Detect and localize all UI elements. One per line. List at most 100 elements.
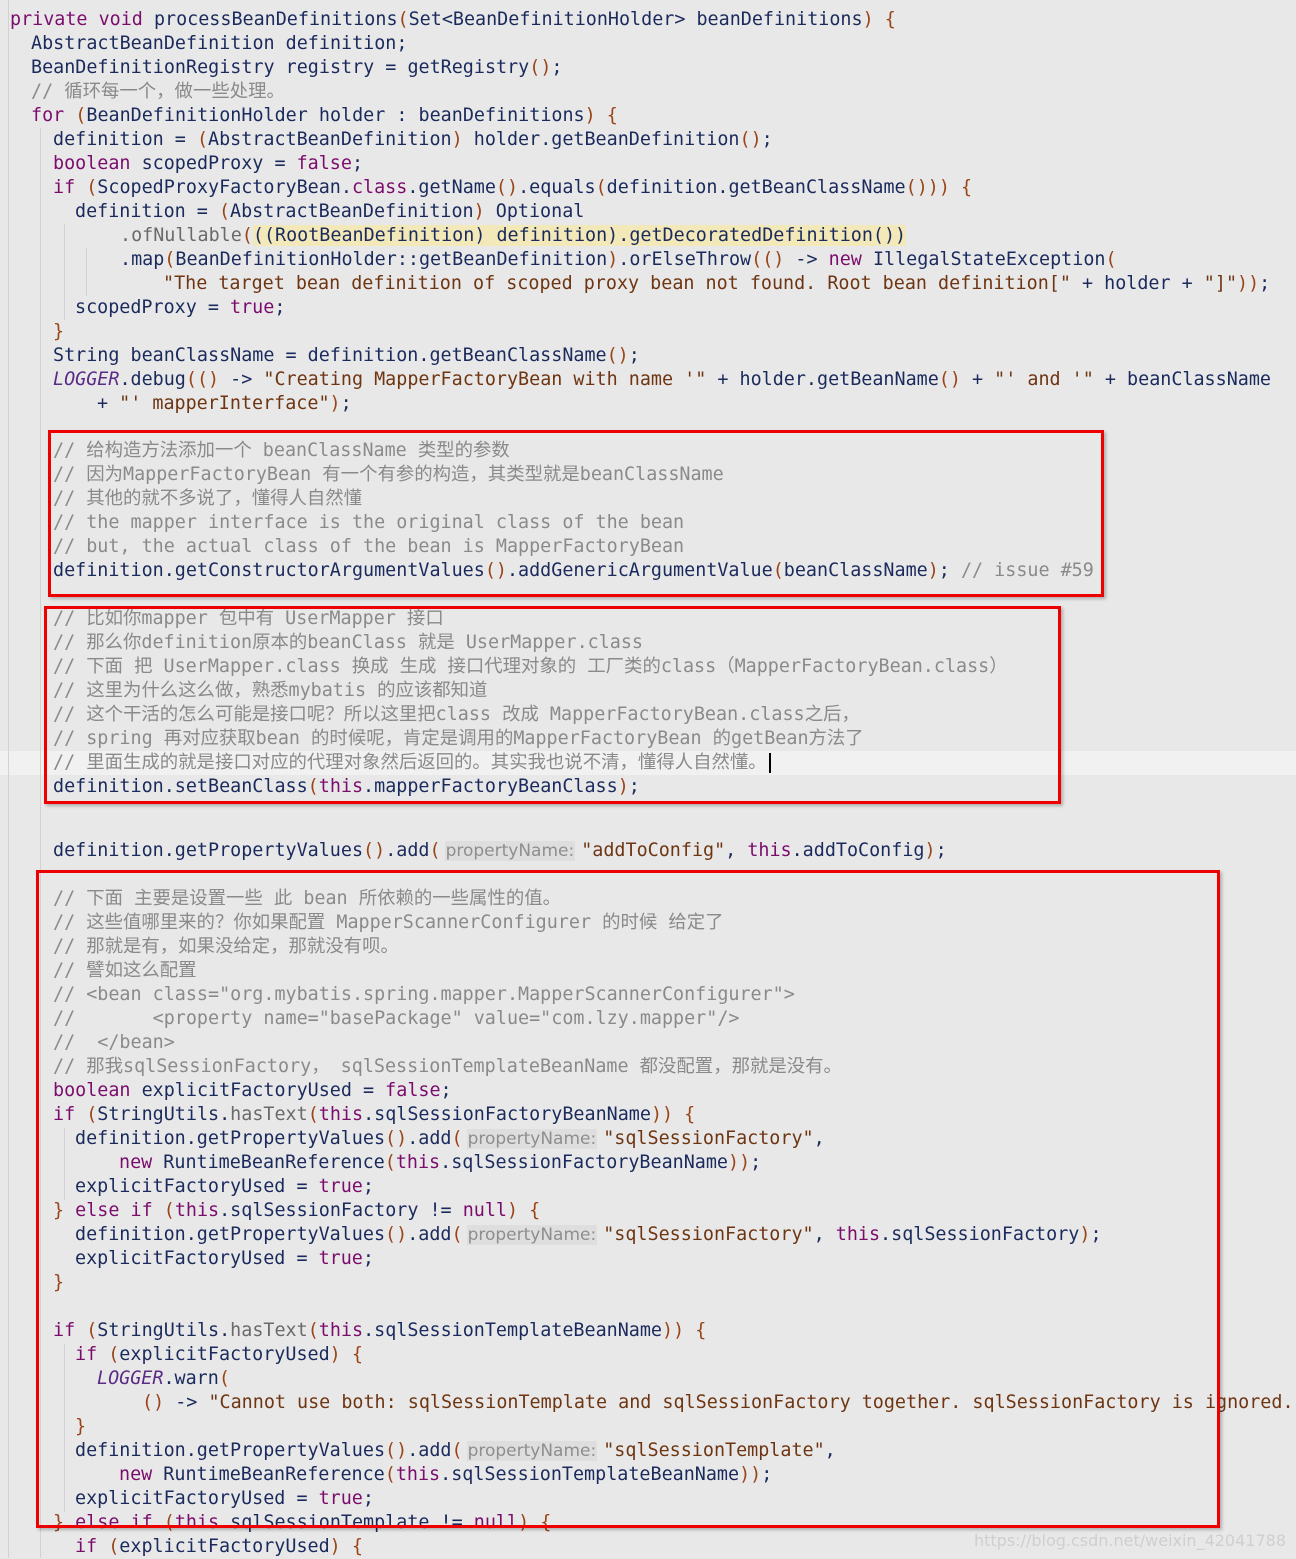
identifier: IllegalStateException <box>872 249 1106 270</box>
code-line[interactable]: definition.getPropertyValues().add(prope… <box>75 1223 1102 1247</box>
code-line[interactable]: + "' mapperInterface"); <box>97 392 352 416</box>
bracket: ( <box>218 201 231 222</box>
comment: // 下面 把 UserMapper.class 换成 生成 接口代理对象的 工… <box>53 656 1008 677</box>
code-line[interactable]: for (BeanDefinitionHolder holder : beanD… <box>31 104 618 128</box>
comment-line[interactable]: // 这个干活的怎么可能是接口呢？所以这里把class 改成 MapperFac… <box>53 703 860 727</box>
keyword: this <box>174 1200 220 1221</box>
identifier: definition.getConstructorArgumentValues <box>53 560 485 581</box>
code-line[interactable]: String beanClassName = definition.getBea… <box>53 344 640 368</box>
code-line[interactable]: } <box>53 320 64 344</box>
identifier: ; <box>750 1152 762 1173</box>
code-line[interactable]: } else if (this.sqlSessionFactory != nul… <box>53 1199 540 1223</box>
code-line[interactable]: () -> "Cannot use both: sqlSessionTempla… <box>142 1391 1296 1415</box>
keyword: new <box>119 1152 164 1173</box>
identifier: ; <box>935 840 947 861</box>
code-line[interactable]: LOGGER.debug(() -> "Creating MapperFacto… <box>53 368 1271 392</box>
code-line[interactable]: if (StringUtils.hasText(this.sqlSessionT… <box>53 1319 706 1343</box>
keyword: this <box>318 1104 364 1125</box>
parameter-hint: propertyName: <box>466 1225 598 1245</box>
identifier <box>341 1344 352 1365</box>
code-line[interactable]: BeanDefinitionRegistry registry = getReg… <box>31 56 562 80</box>
identifier: .map <box>120 249 165 270</box>
code-line[interactable]: "The target bean definition of scoped pr… <box>163 272 1270 296</box>
identifier: .addGenericArgumentValue <box>506 560 773 581</box>
code-line[interactable]: new RuntimeBeanReference(this.sqlSession… <box>119 1463 772 1487</box>
keyword: new <box>119 1464 164 1485</box>
code-line[interactable]: AbstractBeanDefinition definition; <box>31 32 407 56</box>
identifier <box>874 9 885 30</box>
identifier: .sqlSessionFactory != <box>219 1200 463 1221</box>
bracket: ( <box>108 1536 120 1557</box>
comment-line[interactable]: // 里面生成的就是接口对应的代理对象然后返回的。其实我也说不清，懂得人自然懂。 <box>53 751 771 775</box>
code-line[interactable]: } else if (this.sqlSessionTemplate != nu… <box>53 1511 551 1535</box>
code-line[interactable]: definition.getPropertyValues().add(prope… <box>53 839 947 863</box>
parameter-hint: propertyName: <box>444 841 576 861</box>
comment-line[interactable]: // 那么你definition原本的beanClass 就是 UserMapp… <box>53 631 643 655</box>
identifier: + holder.getBeanName <box>706 369 939 390</box>
comment-line[interactable]: // 其他的就不多说了，懂得人自然懂 <box>53 487 362 511</box>
comment-line[interactable]: // 因为MapperFactoryBean 有一个有参的构造，其类型就是bea… <box>53 463 724 487</box>
code-line[interactable]: .ofNullable(((RootBeanDefinition) defini… <box>120 224 907 248</box>
comment-line[interactable]: // 比如你mapper 包中有 UserMapper 接口 <box>53 607 444 631</box>
code-line[interactable]: private void processBeanDefinitions(Set<… <box>10 8 896 32</box>
keyword: if <box>75 1536 109 1557</box>
code-line[interactable]: definition.getPropertyValues().add(prope… <box>75 1127 825 1151</box>
comment-line[interactable]: // 给构造方法添加一个 beanClassName 类型的参数 <box>53 439 510 463</box>
code-line[interactable]: definition.setBeanClass(this.mapperFacto… <box>53 775 640 799</box>
bracket: { <box>351 1536 363 1557</box>
code-line[interactable]: LOGGER.warn( <box>97 1367 230 1391</box>
bracket: ( <box>1105 249 1117 270</box>
comment: // 下面 主要是设置一些 此 bean 所依赖的一些属性的值。 <box>53 888 561 909</box>
code-line[interactable]: definition = (AbstractBeanDefinition) ho… <box>53 128 773 152</box>
comment-line[interactable]: // 这里为什么这么做，熟悉mybatis 的应该都知道 <box>53 679 487 703</box>
keyword: boolean <box>53 1080 142 1101</box>
comment: // issue #59 <box>960 560 1094 581</box>
code-line[interactable]: if (StringUtils.hasText(this.sqlSessionF… <box>53 1103 695 1127</box>
code-line[interactable]: } <box>53 1271 64 1295</box>
comment-line[interactable]: // spring 再对应获取bean 的时候呢，肯定是调用的MapperFac… <box>53 727 864 751</box>
code-line[interactable]: new RuntimeBeanReference(this.sqlSession… <box>119 1151 761 1175</box>
indent-guide <box>86 248 87 296</box>
comment-line[interactable]: // but, the actual class of the bean is … <box>53 535 684 559</box>
comment-line[interactable]: // 那就是有，如果没给定，那就没有呗。 <box>53 935 399 959</box>
bracket: ( <box>241 225 253 246</box>
comment-line[interactable]: // </bean> <box>53 1031 175 1055</box>
parameter-hint: propertyName: <box>466 1441 598 1461</box>
bracket: )) <box>650 1104 674 1125</box>
comment-line[interactable]: // the mapper interface is the original … <box>53 511 684 535</box>
code-line[interactable]: explicitFactoryUsed = true; <box>75 1487 374 1511</box>
keyword: if <box>75 1344 109 1365</box>
comment-line[interactable]: // 循环每一个，做一些处理。 <box>31 80 285 104</box>
code-line[interactable]: explicitFactoryUsed = true; <box>75 1175 374 1199</box>
code-line[interactable]: } <box>75 1415 86 1439</box>
comment-line[interactable]: // 下面 把 UserMapper.class 换成 生成 接口代理对象的 工… <box>53 655 1008 679</box>
comment-line[interactable]: // 譬如这么配置 <box>53 959 197 983</box>
code-line[interactable]: if (explicitFactoryUsed) { <box>75 1343 363 1367</box>
comment-line[interactable]: // 那我sqlSessionFactory， sqlSessionTempla… <box>53 1055 842 1079</box>
keyword: false <box>385 1080 441 1101</box>
code-line[interactable]: definition.getPropertyValues().add(prope… <box>75 1439 836 1463</box>
code-line[interactable]: boolean scopedProxy = false; <box>53 152 363 176</box>
identifier: definition.getPropertyValues <box>75 1128 386 1149</box>
code-line[interactable]: boolean explicitFactoryUsed = false; <box>53 1079 452 1103</box>
comment-line[interactable]: // 下面 主要是设置一些 此 bean 所依赖的一些属性的值。 <box>53 887 561 911</box>
code-line[interactable]: .map(BeanDefinitionHolder::getBeanDefini… <box>120 248 1117 272</box>
identifier: holder.getBeanDefinition <box>462 129 740 150</box>
code-line[interactable]: if (explicitFactoryUsed) { <box>75 1535 363 1559</box>
identifier: ; <box>274 297 286 318</box>
code-line[interactable]: definition = (AbstractBeanDefinition) Op… <box>75 200 584 224</box>
identifier: ; <box>351 153 364 174</box>
identifier: definition.getBeanClassName <box>606 177 906 198</box>
code-line[interactable]: scopedProxy = true; <box>75 296 285 320</box>
bracket: () <box>606 345 629 366</box>
comment-line[interactable]: // <property name="basePackage" value="c… <box>53 1007 739 1031</box>
bracket: ) <box>507 1200 519 1221</box>
code-line[interactable]: definition.getConstructorArgumentValues(… <box>53 559 1094 583</box>
code-line[interactable]: if (ScopedProxyFactoryBean.class.getName… <box>53 176 972 200</box>
code-line[interactable]: explicitFactoryUsed = true; <box>75 1247 374 1271</box>
identifier: .warn <box>163 1368 219 1389</box>
identifier: + <box>960 369 995 390</box>
comment: // 其他的就不多说了，懂得人自然懂 <box>53 488 363 509</box>
comment-line[interactable]: // 这些值哪里来的？你如果配置 MapperScannerConfigurer… <box>53 911 724 935</box>
comment-line[interactable]: // <bean class="org.mybatis.spring.mappe… <box>53 983 795 1007</box>
